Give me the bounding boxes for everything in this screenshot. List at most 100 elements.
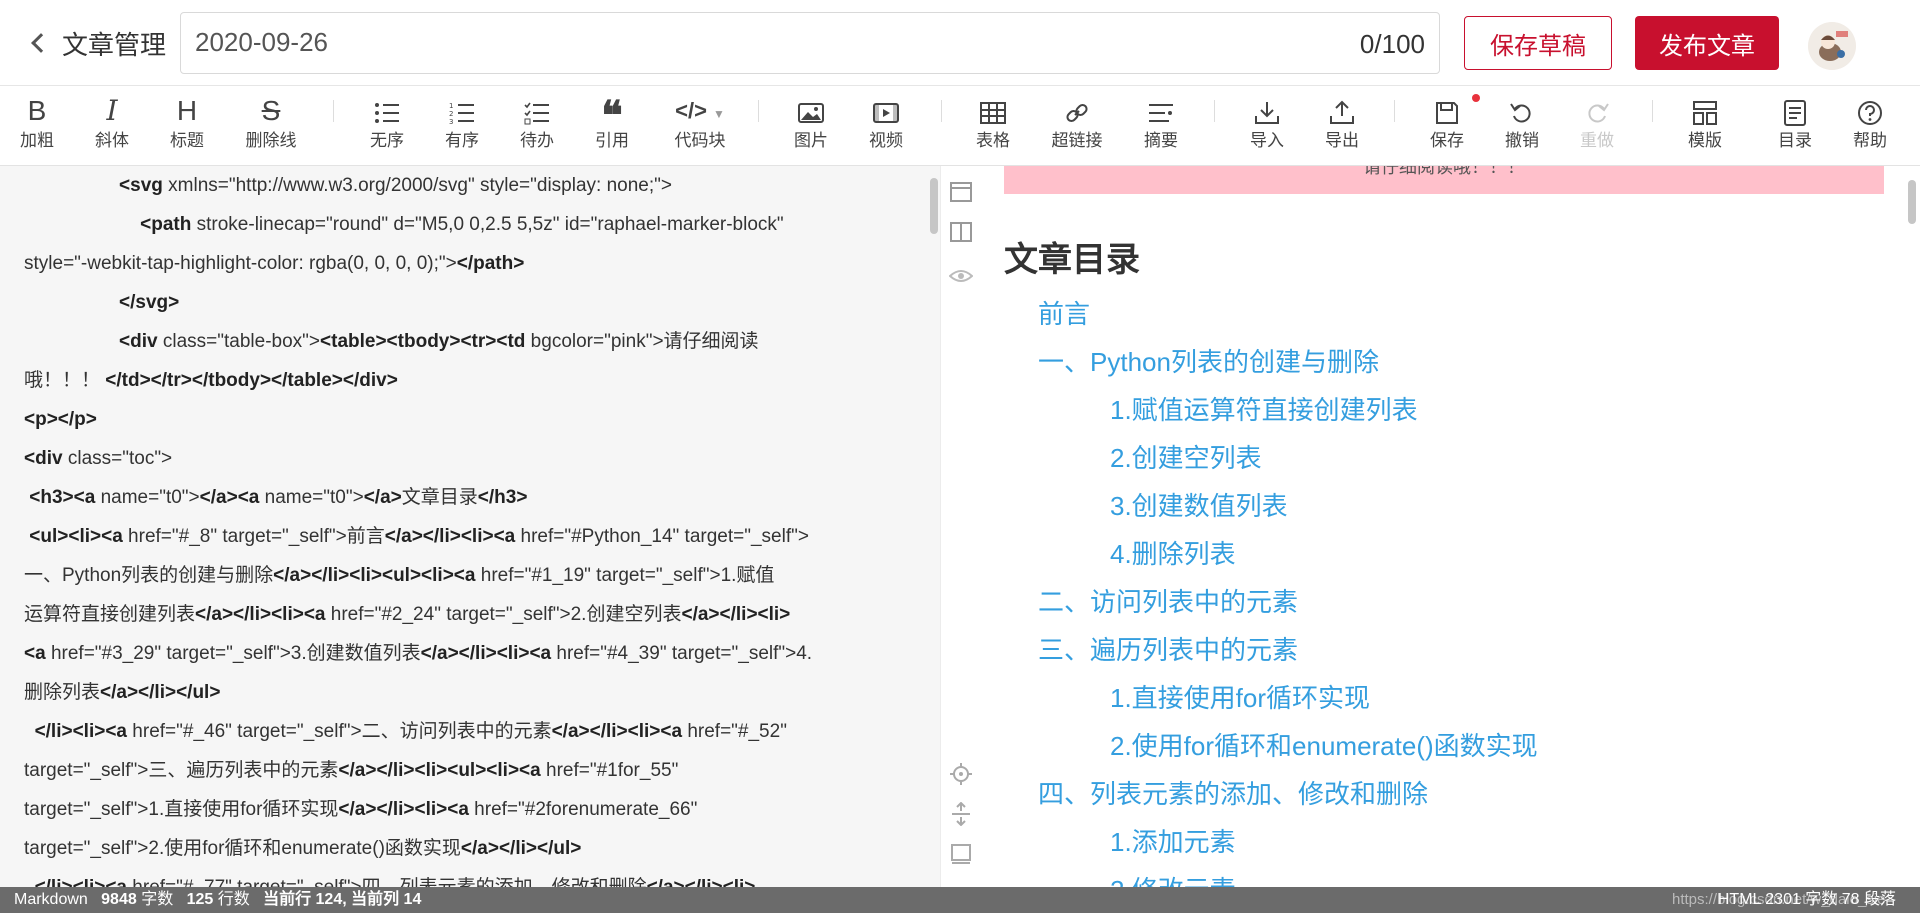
table-icon xyxy=(958,92,1028,130)
summary-button[interactable]: 摘要 xyxy=(1126,92,1196,160)
code-text: xmlns="http://www.w3.org/2000/svg" style… xyxy=(162,175,672,196)
code-line[interactable]: <h3><a name="t0"></a><a name="t0"></a>文章… xyxy=(24,478,904,517)
todo-button[interactable]: 待办 xyxy=(502,92,572,160)
toc-button[interactable]: 目录 xyxy=(1760,92,1830,160)
code-line[interactable]: 一、Python列表的创建与删除</a></li><li><ul><li><a … xyxy=(24,556,904,595)
publish-article-button[interactable]: 发布文章 xyxy=(1635,16,1779,70)
video-icon xyxy=(851,92,921,130)
split-view-icon[interactable] xyxy=(949,220,973,244)
code-line[interactable]: <div class="toc"> xyxy=(24,439,904,478)
toc-link[interactable]: 1.添加元素 xyxy=(1110,822,1236,859)
toc-link[interactable]: 1.直接使用for循环实现 xyxy=(1110,678,1370,715)
unordered-list-button[interactable]: 无序 xyxy=(352,92,422,160)
code-line[interactable]: style="-webkit-tap-highlight-color: rgba… xyxy=(24,244,904,283)
toc-link[interactable]: 2.使用for循环和enumerate()函数实现 xyxy=(1110,726,1538,763)
export-button[interactable]: 导出 xyxy=(1307,92,1377,160)
code-line[interactable]: <a href="#3_29" target="_self">3.创建数值列表<… xyxy=(24,634,904,673)
code-line[interactable]: <path stroke-linecap="round" d="M5,0 0,2… xyxy=(24,205,904,244)
toolbar-divider xyxy=(941,100,942,122)
toc-link[interactable]: 三、遍历列表中的元素 xyxy=(1038,630,1298,667)
template-button[interactable]: 模版 xyxy=(1670,92,1740,160)
toc-link[interactable]: 二、访问列表中的元素 xyxy=(1038,582,1298,619)
code-line[interactable]: <ul><li><a href="#_8" target="_self">前言<… xyxy=(24,517,904,556)
hyperlink-button[interactable]: 超链接 xyxy=(1041,92,1113,160)
status-right: HTML 2301 字数 78 段落 xyxy=(1717,891,1896,908)
code-tag: <table><tbody><tr><td xyxy=(320,331,526,352)
status-line-count: 125 xyxy=(186,891,214,908)
view-switch-column xyxy=(940,166,980,887)
locate-crosshair-icon[interactable] xyxy=(949,762,973,786)
code-line[interactable]: 删除列表</a></li></ul> xyxy=(24,673,904,712)
toc-link[interactable]: 4.删除列表 xyxy=(1110,534,1236,571)
code-tag: </a></li><li> xyxy=(647,877,756,887)
redo-button[interactable]: 重做 xyxy=(1562,92,1632,160)
toc-link[interactable]: 一、Python列表的创建与删除 xyxy=(1038,342,1379,379)
quote-button[interactable]: ❝ 引用 xyxy=(577,92,647,160)
code-tag: <path xyxy=(140,214,192,235)
user-avatar[interactable] xyxy=(1808,22,1856,70)
code-line[interactable]: <div class="table-box"><table><tbody><tr… xyxy=(24,322,904,361)
strikethrough-button[interactable]: S 删除线 xyxy=(236,92,306,160)
code-tag: <ul><li><a xyxy=(29,526,123,547)
help-button[interactable]: 帮助 xyxy=(1835,92,1905,160)
redo-label: 重做 xyxy=(1580,131,1614,150)
editor-code-lines: <svg xmlns="http://www.w3.org/2000/svg" … xyxy=(24,166,904,887)
toolbar-divider xyxy=(1652,100,1653,122)
code-text: bgcolor="pink">请仔细阅读 xyxy=(525,331,759,352)
code-text: target="_self">1.直接使用for循环实现 xyxy=(24,799,339,820)
editor-only-view-icon[interactable] xyxy=(949,180,973,204)
toc-link[interactable]: 2.创建空列表 xyxy=(1110,438,1262,475)
back-to-article-management[interactable]: 文章管理 xyxy=(28,24,166,62)
code-line[interactable]: target="_self">1.直接使用for循环实现</a></li><li… xyxy=(24,790,904,829)
fullscreen-icon[interactable] xyxy=(949,842,973,866)
undo-button[interactable]: 撤销 xyxy=(1487,92,1557,160)
toc-link[interactable]: 2.修改元素 xyxy=(1110,870,1236,887)
sync-scroll-icon[interactable] xyxy=(949,801,973,827)
article-title-input[interactable]: 2020-09-26 0/100 xyxy=(180,12,1440,74)
toc-link[interactable]: 四、列表元素的添加、修改和删除 xyxy=(1038,774,1428,811)
preview-scrollbar[interactable] xyxy=(1908,180,1916,224)
toc-link[interactable]: 1.赋值运算符直接创建列表 xyxy=(1110,390,1418,427)
unordered-list-icon xyxy=(352,92,422,130)
markdown-preview: 请仔细阅读哦！！！ 文章目录 前言 一、Python列表的创建与删除 1.赋值运算符… xyxy=(980,166,1920,887)
bold-button[interactable]: B 加粗 xyxy=(2,92,72,160)
toc-link[interactable]: 3.创建数值列表 xyxy=(1110,486,1288,523)
code-tag: </a></li></ul> xyxy=(460,838,582,859)
code-line[interactable]: </svg> xyxy=(24,283,904,322)
save-draft-button[interactable]: 保存草稿 xyxy=(1464,16,1612,70)
import-icon xyxy=(1232,92,1302,130)
import-label: 导入 xyxy=(1250,131,1284,150)
heading-button[interactable]: H 标题 xyxy=(152,92,222,160)
code-line[interactable]: target="_self">三、遍历列表中的元素</a></li><li><u… xyxy=(24,751,904,790)
image-icon xyxy=(776,92,846,130)
code-line[interactable]: 运算符直接创建列表</a></li><li><a href="#2_24" ta… xyxy=(24,595,904,634)
code-line[interactable]: <svg xmlns="http://www.w3.org/2000/svg" … xyxy=(24,166,904,205)
status-left: Markdown 9848 字数 125 行数 当前行 124, 当前列 14 xyxy=(14,887,421,913)
preview-eye-icon[interactable] xyxy=(948,264,974,288)
save-button[interactable]: 保存 xyxy=(1412,92,1482,160)
ordered-list-button[interactable]: 123 有序 xyxy=(427,92,497,160)
code-line[interactable]: target="_self">2.使用for循环和enumerate()函数实现… xyxy=(24,829,904,868)
code-line[interactable]: </li><li><a href="#_46" target="_self">二… xyxy=(24,712,904,751)
redo-icon xyxy=(1562,92,1632,130)
image-button[interactable]: 图片 xyxy=(776,92,846,160)
code-text: href="#1for_55" xyxy=(540,760,679,781)
toolbar-divider xyxy=(1214,100,1215,122)
toc-link[interactable]: 前言 xyxy=(1038,294,1090,331)
code-tag: </td></tr></tbody></table></div> xyxy=(105,370,398,391)
video-button[interactable]: 视频 xyxy=(851,92,921,160)
italic-button[interactable]: I 斜体 xyxy=(77,92,147,160)
code-icon: </> ▼ xyxy=(675,98,725,123)
editor-scrollbar[interactable] xyxy=(930,178,938,234)
toc-label: 目录 xyxy=(1778,131,1812,150)
todo-label: 待办 xyxy=(520,131,554,150)
markdown-editor[interactable]: <svg xmlns="http://www.w3.org/2000/svg" … xyxy=(0,166,940,887)
import-button[interactable]: 导入 xyxy=(1232,92,1302,160)
undo-label: 撤销 xyxy=(1505,131,1539,150)
codeblock-button[interactable]: </> ▼ 代码块 xyxy=(660,92,740,160)
table-button[interactable]: 表格 xyxy=(958,92,1028,160)
code-line[interactable]: <p></p> xyxy=(24,400,904,439)
code-line[interactable]: 哦！！！ </td></tr></tbody></table></div> xyxy=(24,361,904,400)
code-line[interactable]: </li><li><a href="#_77" target="_self">四… xyxy=(24,868,904,887)
code-text: name="t0"> xyxy=(95,487,200,508)
